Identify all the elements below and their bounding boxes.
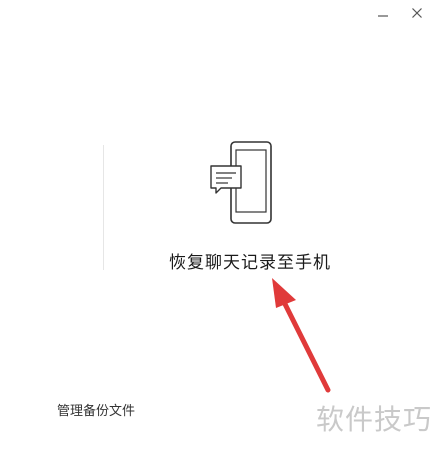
close-icon — [412, 8, 422, 18]
minimize-button[interactable] — [372, 2, 394, 24]
watermark: 软件技巧 — [316, 398, 432, 438]
left-divider — [103, 145, 104, 270]
phone-chat-icon[interactable] — [208, 141, 274, 225]
red-arrow-annotation — [272, 278, 331, 393]
restore-chat-to-phone-button[interactable]: 恢复聊天记录至手机 — [150, 248, 350, 273]
manage-backup-files-link[interactable]: 管理备份文件 — [57, 400, 135, 419]
backup-restore-window: 恢复聊天记录至手机 管理备份文件 软件技巧 — [0, 0, 434, 453]
minimize-icon — [378, 15, 388, 17]
watermark-text: 软件技巧 — [315, 403, 432, 436]
close-button[interactable] — [406, 2, 428, 24]
